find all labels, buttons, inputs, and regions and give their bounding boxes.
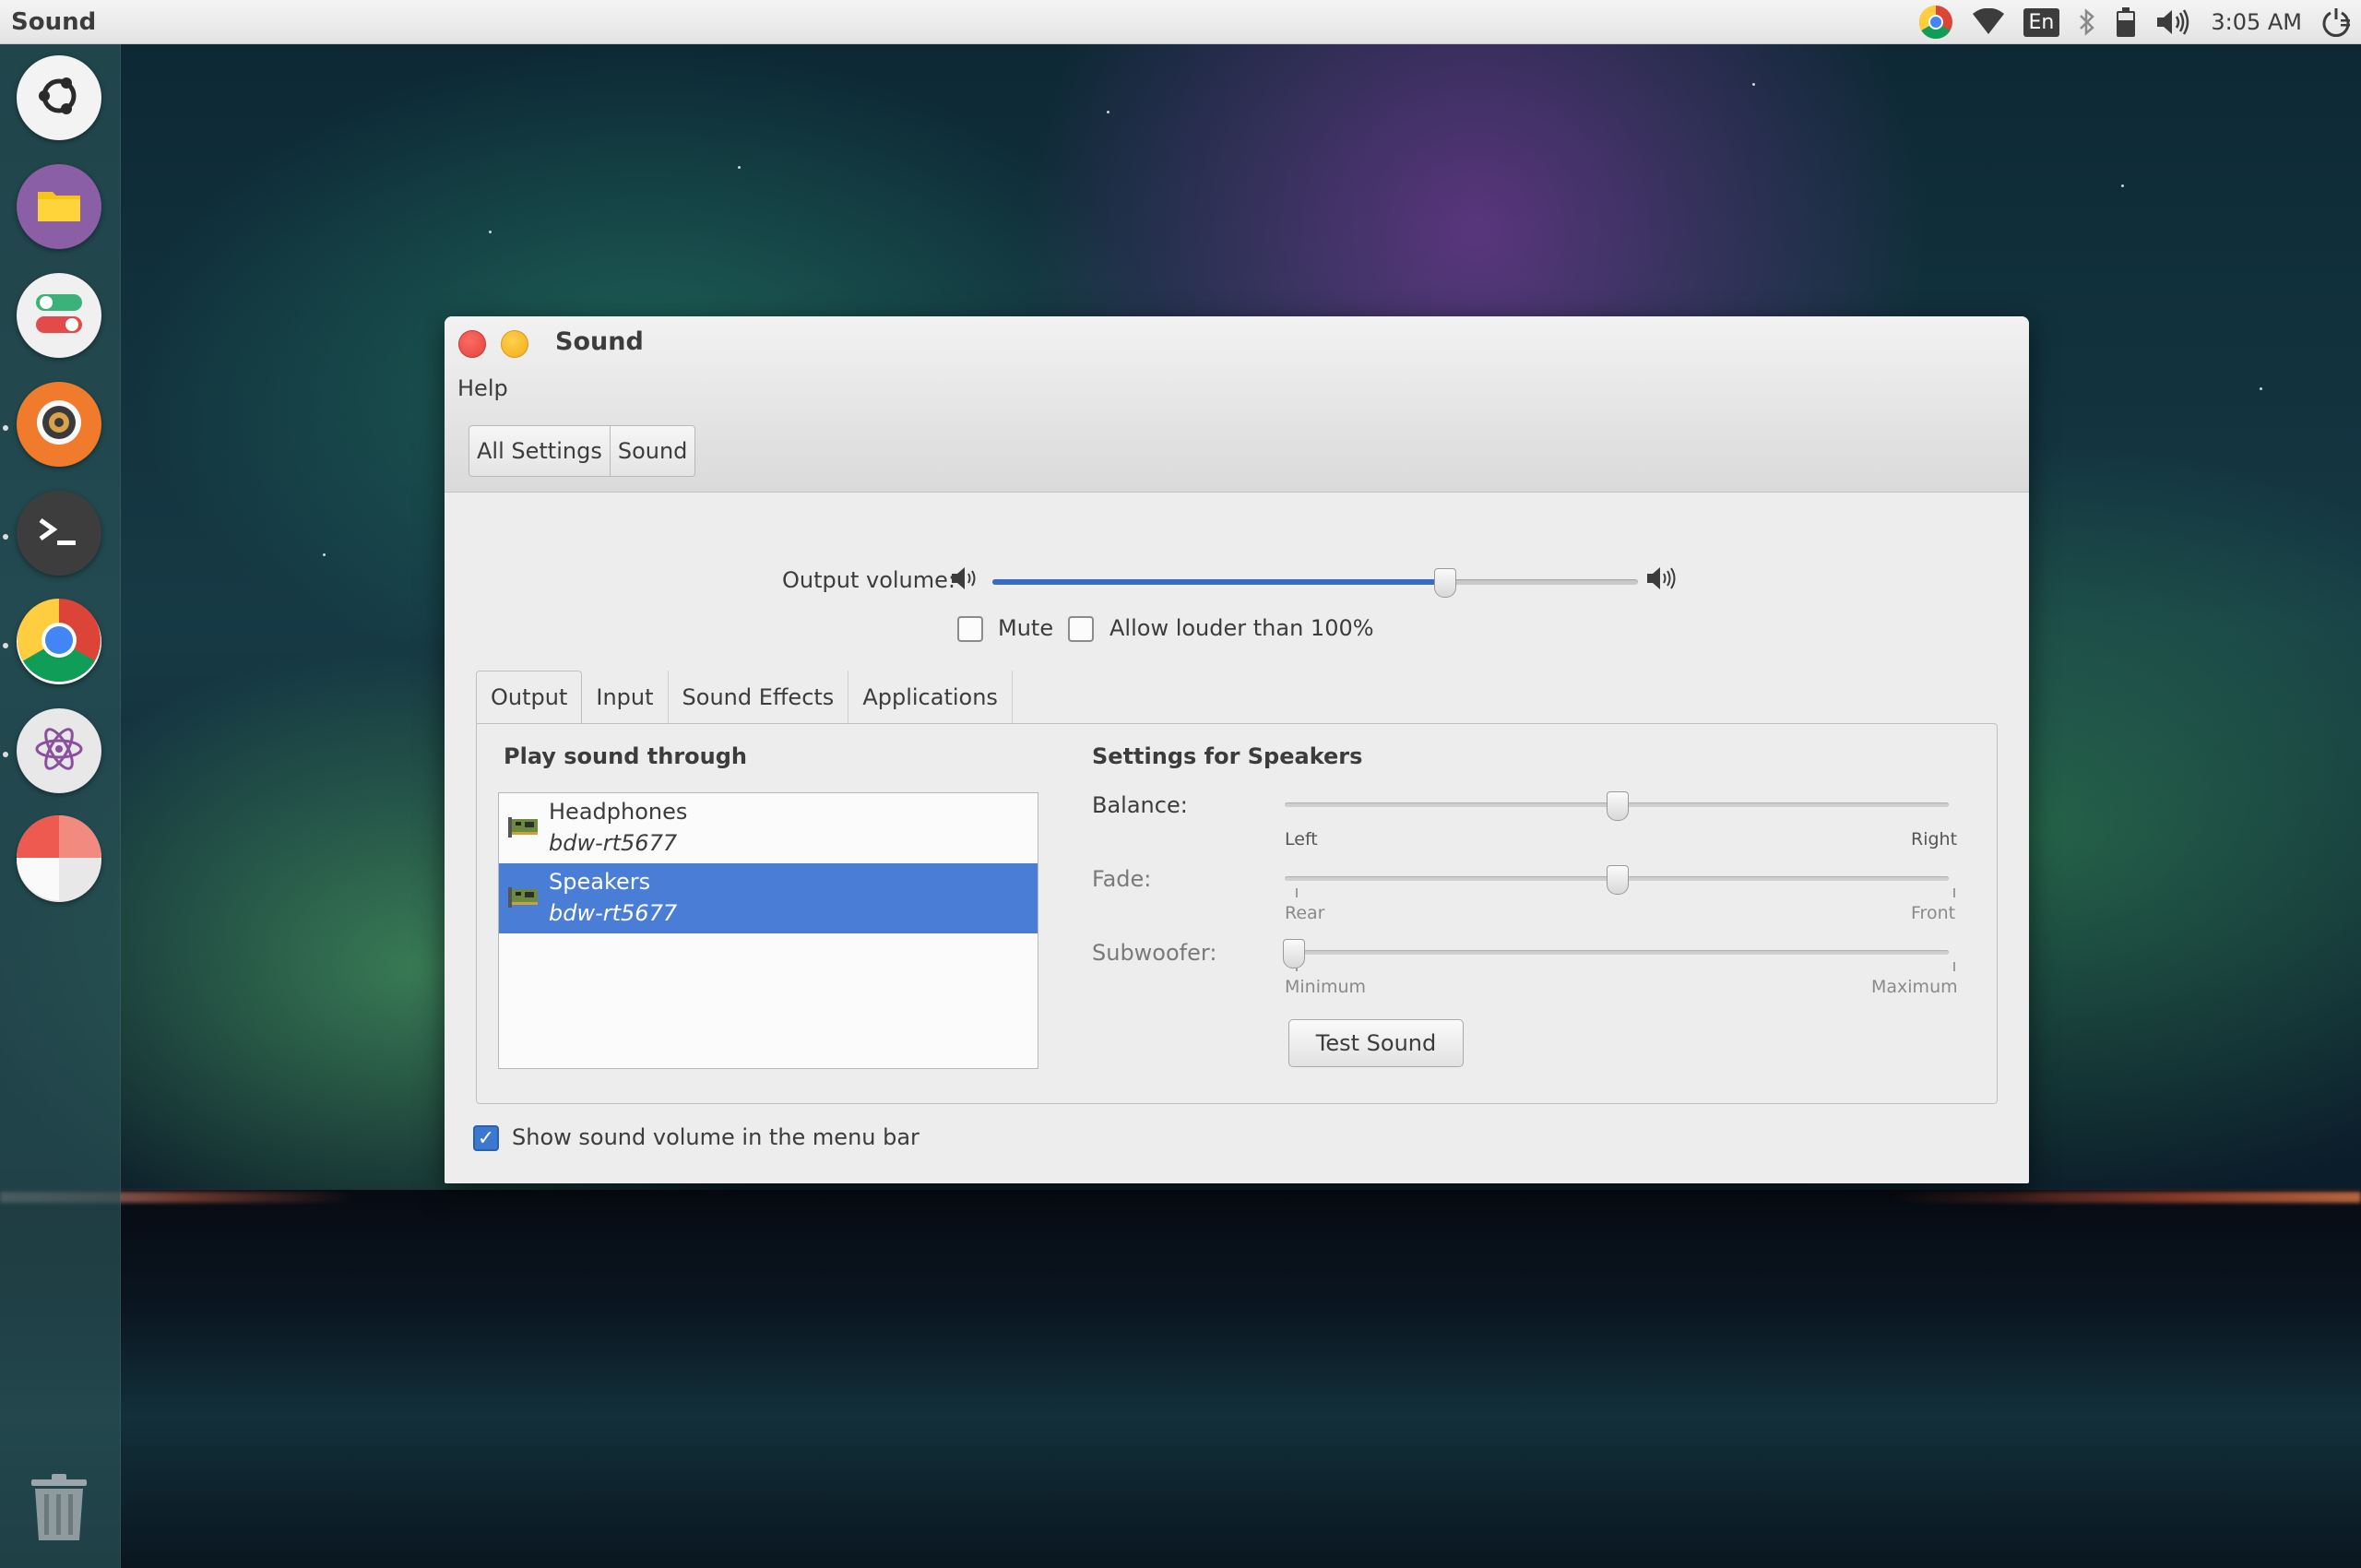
wallpaper-star	[1752, 83, 1755, 86]
fade-rear-label: Rear	[1285, 903, 1325, 923]
chrome-icon[interactable]	[1918, 0, 1953, 44]
running-indicator	[3, 425, 8, 431]
volume-low-icon	[950, 565, 981, 597]
volume-high-icon	[1645, 565, 1680, 597]
sound-window: Sound Help All Settings Sound Output vol…	[445, 316, 2029, 1183]
window-title: Sound	[555, 327, 644, 356]
keyboard-layout[interactable]: En	[2023, 0, 2060, 44]
ubuntu-dash-button[interactable]	[17, 55, 101, 140]
chrome-launcher[interactable]	[17, 599, 101, 685]
output-volume-slider[interactable]	[992, 579, 1638, 585]
play-sound-through-heading: Play sound through	[504, 743, 747, 769]
wallpaper-star	[2260, 387, 2262, 390]
wifi-icon[interactable]	[1972, 0, 2005, 44]
balance-label: Balance:	[1092, 792, 1188, 818]
wallpaper-star	[1107, 111, 1109, 113]
show-volume-label: Show sound volume in the menu bar	[512, 1124, 919, 1150]
settings-launcher[interactable]	[17, 273, 101, 358]
device-speakers[interactable]: Speakers bdw-rt5677	[499, 863, 1038, 933]
sound-card-icon	[508, 817, 540, 837]
power-icon[interactable]	[2320, 0, 2352, 44]
balance-left-label: Left	[1285, 829, 1318, 849]
fade-label: Fade:	[1092, 866, 1152, 892]
output-device-list: Headphones bdw-rt5677 Speakers bdw-rt567…	[498, 792, 1038, 1069]
folder-icon	[36, 186, 82, 227]
wallpaper-star	[489, 231, 492, 233]
show-volume-checkbox[interactable]: ✓	[473, 1125, 499, 1151]
atom-icon	[33, 723, 85, 778]
subwoofer-min-label: Minimum	[1285, 977, 1367, 997]
close-button[interactable]	[458, 330, 486, 358]
chrome-icon	[17, 599, 101, 685]
window-header: Sound Help All Settings Sound	[445, 316, 2029, 493]
sound-settings-launcher[interactable]	[17, 382, 101, 467]
device-name: Speakers	[549, 869, 651, 895]
breadcrumb: All Settings Sound	[469, 425, 696, 477]
test-sound-button[interactable]: Test Sound	[1288, 1019, 1464, 1067]
terminal-launcher[interactable]	[17, 491, 101, 576]
mute-checkbox[interactable]	[957, 616, 983, 642]
files-launcher[interactable]	[17, 164, 101, 249]
speaker-icon	[33, 397, 85, 452]
device-name: Headphones	[549, 799, 688, 825]
allow-louder-checkbox[interactable]	[1068, 616, 1094, 642]
balance-right-label: Right	[1911, 829, 1958, 849]
fade-knob[interactable]	[1607, 865, 1629, 895]
wallpaper-star	[323, 553, 326, 556]
tab-sound-effects[interactable]: Sound Effects	[669, 671, 849, 724]
launcher	[0, 44, 121, 1568]
bluetooth-icon[interactable]	[2078, 0, 2096, 44]
balance-knob[interactable]	[1607, 791, 1629, 821]
menu-help[interactable]: Help	[454, 374, 512, 403]
keyboard-layout-label: En	[2023, 7, 2060, 37]
volume-icon[interactable]	[2155, 0, 2192, 44]
atom-launcher[interactable]	[17, 708, 101, 793]
pie-app-launcher[interactable]	[17, 815, 101, 904]
system-tray: En 3:05 AM	[1909, 0, 2361, 44]
ubuntu-logo-icon	[33, 70, 85, 125]
minimize-button[interactable]	[501, 330, 528, 358]
device-description: bdw-rt5677	[549, 900, 678, 926]
wallpaper-star	[2121, 184, 2124, 187]
output-volume-fill	[992, 579, 1444, 585]
tab-input[interactable]: Input	[582, 671, 669, 724]
device-headphones[interactable]: Headphones bdw-rt5677	[499, 793, 1038, 863]
subwoofer-tick	[1953, 962, 1955, 971]
subwoofer-label: Subwoofer:	[1092, 940, 1217, 966]
running-indicator	[3, 534, 8, 540]
terminal-icon	[35, 513, 83, 553]
active-app-title: Sound	[11, 7, 97, 36]
breadcrumb-all-settings[interactable]: All Settings	[469, 426, 610, 476]
tab-applications[interactable]: Applications	[848, 671, 1013, 724]
allow-louder-label: Allow louder than 100%	[1109, 615, 1374, 641]
output-volume-label: Output volume:	[782, 567, 955, 593]
subwoofer-slider[interactable]	[1285, 950, 1949, 955]
tab-bar: Output Input Sound Effects Applications	[476, 671, 1013, 724]
fade-tick	[1296, 888, 1298, 897]
settings-heading: Settings for Speakers	[1092, 743, 1363, 769]
output-volume-knob[interactable]	[1434, 568, 1456, 598]
fade-tick	[1953, 888, 1955, 897]
battery-icon[interactable]	[2115, 0, 2137, 44]
subwoofer-max-label: Maximum	[1871, 977, 1958, 997]
subwoofer-knob[interactable]	[1283, 939, 1305, 968]
pie-chart-icon	[17, 815, 101, 904]
running-indicator	[3, 643, 8, 648]
wallpaper-horizon	[0, 1192, 2361, 1203]
wallpaper-ground	[0, 1190, 2361, 1568]
clock[interactable]: 3:05 AM	[2211, 0, 2302, 44]
toggle-icon	[34, 291, 84, 340]
breadcrumb-sound[interactable]: Sound	[609, 426, 695, 476]
wallpaper-star	[738, 166, 741, 169]
running-indicator	[3, 752, 8, 757]
tab-output[interactable]: Output	[476, 671, 583, 724]
fade-front-label: Front	[1911, 903, 1956, 923]
device-description: bdw-rt5677	[549, 830, 678, 856]
top-panel: Sound En 3:05 AM	[0, 0, 2361, 44]
trash-icon[interactable]	[28, 1472, 90, 1546]
sound-card-icon	[508, 887, 540, 908]
mute-label: Mute	[998, 615, 1054, 641]
